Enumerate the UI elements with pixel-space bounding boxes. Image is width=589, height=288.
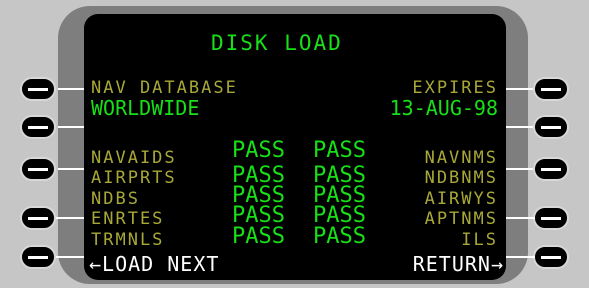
tick-l4: [56, 217, 86, 219]
lsk-l5[interactable]: [20, 245, 56, 269]
tick-r5: [505, 256, 535, 258]
lsk-r1-bar-icon: [541, 88, 561, 91]
lsk-r3[interactable]: [533, 157, 569, 181]
row-right: NDBNMS: [424, 168, 498, 188]
tick-l3: [58, 168, 86, 170]
row-right: AIRWYS: [424, 189, 498, 209]
lsk-l5-bar-icon: [28, 256, 48, 259]
row-right: APTNMS: [424, 209, 498, 229]
row-name: AIRPRTS: [91, 168, 177, 188]
lsk-l1-bar-icon: [28, 88, 48, 91]
lsk-r3-bar-icon: [541, 168, 561, 171]
load-next-softkey-label[interactable]: ←LOAD NEXT: [89, 254, 219, 274]
lsk-l2-bar-icon: [28, 126, 48, 129]
row-name: NDBS: [91, 189, 140, 209]
lsk-r4-bar-icon: [541, 217, 561, 220]
lsk-l1[interactable]: [20, 77, 56, 101]
lsk-r4[interactable]: [533, 206, 569, 230]
expires-value: 13-AUG-98: [389, 96, 498, 120]
row-right: ILS: [461, 230, 498, 250]
tick-r4: [505, 217, 535, 219]
tick-r3: [505, 168, 533, 170]
lsk-l2[interactable]: [20, 115, 56, 139]
lsk-r2-bar-icon: [541, 126, 561, 129]
tick-l5: [56, 256, 86, 258]
lsk-l3[interactable]: [20, 157, 56, 181]
row-right: NAVNMS: [424, 148, 498, 168]
tick-l1: [58, 88, 86, 90]
lsk-r1[interactable]: [533, 77, 569, 101]
page-title: DISK LOAD: [211, 31, 343, 55]
return-softkey-label[interactable]: RETURN→: [413, 254, 504, 274]
lsk-r5[interactable]: [533, 245, 569, 269]
row-status-2: PASS: [313, 224, 366, 249]
tick-r2: [505, 126, 533, 128]
lsk-l3-bar-icon: [28, 168, 48, 171]
expires-label: EXPIRES: [412, 78, 498, 98]
lsk-l4[interactable]: [20, 206, 56, 230]
row-name: ENRTES: [91, 209, 165, 229]
lsk-r2[interactable]: [533, 115, 569, 139]
cdu-screen: DISK LOAD NAV DATABASE EXPIRES WORLDWIDE…: [84, 14, 506, 280]
row-name: NAVAIDS: [91, 148, 177, 168]
row-status-1: PASS: [232, 224, 285, 249]
nav-database-value: WORLDWIDE: [91, 96, 200, 120]
row-name: TRMNLS: [91, 230, 165, 250]
lsk-l4-bar-icon: [28, 217, 48, 220]
tick-l2: [58, 126, 86, 128]
row-status-1: PASS: [232, 138, 285, 163]
tick-r1: [505, 88, 533, 90]
nav-database-label: NAV DATABASE: [91, 78, 238, 98]
row-status-2: PASS: [313, 138, 366, 163]
lsk-r5-bar-icon: [541, 256, 561, 259]
